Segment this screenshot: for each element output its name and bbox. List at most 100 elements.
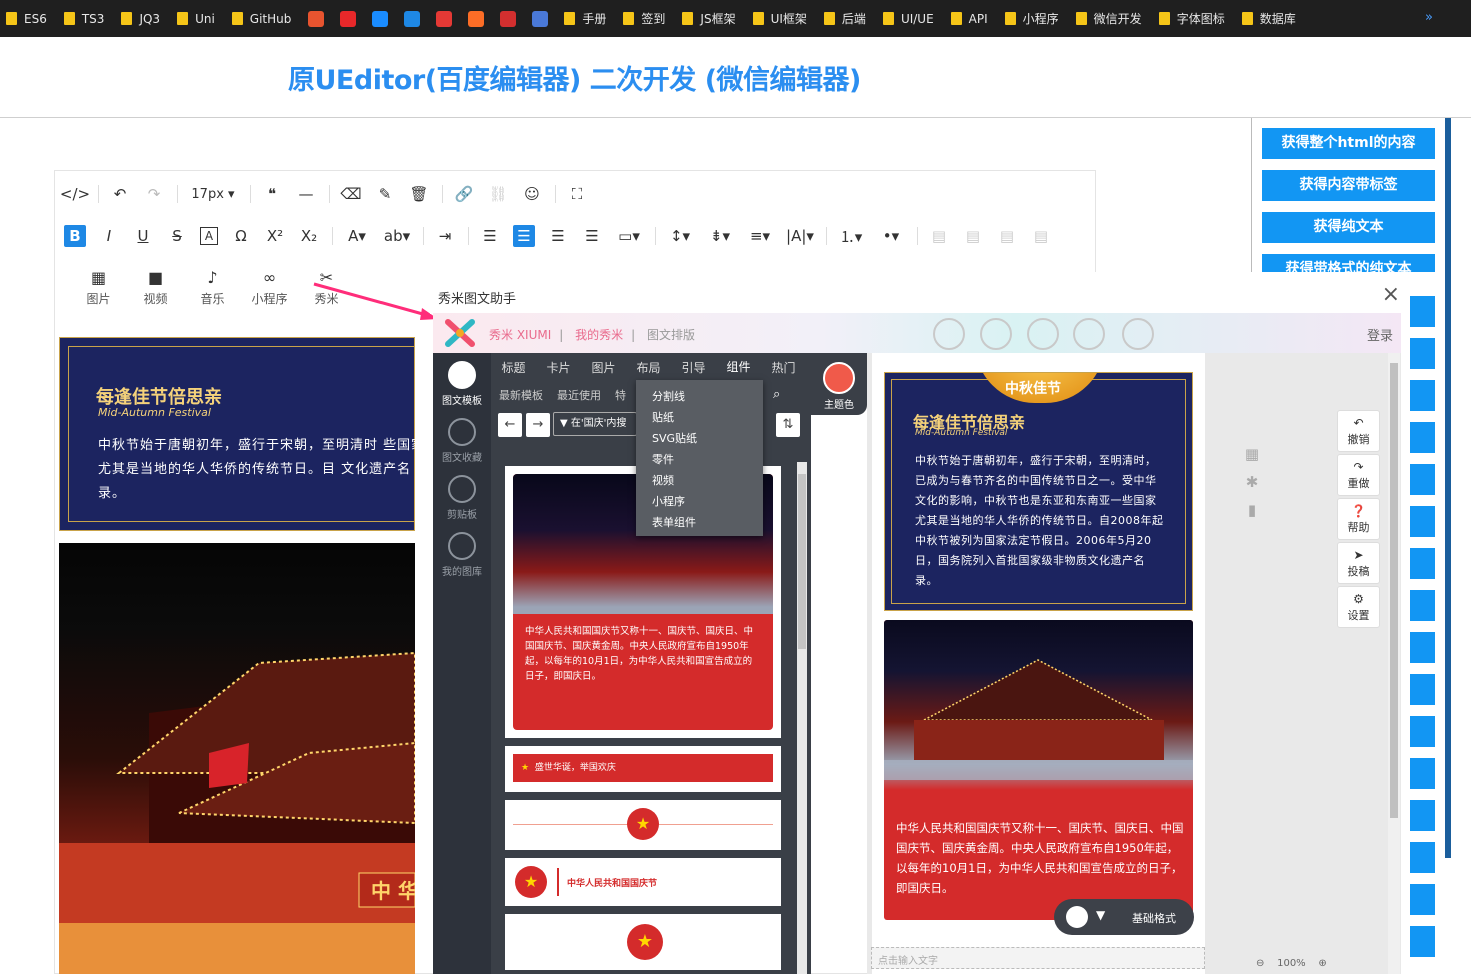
copy-icon[interactable] xyxy=(1027,318,1059,350)
get-plain-text-button[interactable]: 获得纯文本 xyxy=(1262,212,1435,243)
template-scrollbar[interactable] xyxy=(797,462,807,974)
format-toolbar[interactable]: ▼ 基础格式 xyxy=(1054,899,1194,935)
image-float-icon[interactable]: ▭▾ xyxy=(615,225,643,247)
bookmark-2[interactable]: JQ3 xyxy=(121,12,160,26)
dropdown-item[interactable]: 表单组件 xyxy=(636,512,763,533)
right-button-stub[interactable] xyxy=(1410,758,1435,789)
tab-3[interactable]: 布局 xyxy=(626,359,671,376)
bookmark-13[interactable]: 手册 xyxy=(564,10,606,27)
unordered-list-icon[interactable]: •▾ xyxy=(877,225,905,247)
float-left-icon[interactable]: ▤ xyxy=(928,225,950,247)
dropdown-item[interactable]: SVG贴纸 xyxy=(636,428,763,449)
bookmark-15[interactable]: JS框架 xyxy=(682,10,736,27)
nav-layout[interactable]: 图文排版 xyxy=(647,328,695,342)
bookmark-20[interactable]: 小程序 xyxy=(1004,10,1059,27)
help-button[interactable]: ❓ 帮助 xyxy=(1337,498,1380,540)
blockquote-icon[interactable]: ❝ xyxy=(261,183,283,205)
right-button-stub[interactable] xyxy=(1410,380,1435,411)
subscript-icon[interactable]: X₂ xyxy=(298,225,320,247)
bookmark-23[interactable]: 数据库 xyxy=(1241,10,1296,27)
xiumi-logo[interactable] xyxy=(445,319,475,347)
float-none-icon[interactable]: ▤ xyxy=(962,225,984,247)
bookmark-3[interactable]: Uni xyxy=(177,12,215,26)
bookmark-site-icon[interactable] xyxy=(532,10,549,27)
border-text-icon[interactable]: A xyxy=(200,227,218,245)
undo-button[interactable]: ↶ 撤销 xyxy=(1337,410,1380,452)
check-icon[interactable] xyxy=(1073,318,1105,350)
template-emblem[interactable]: ★ xyxy=(505,914,781,970)
bookmark-17[interactable]: 后端 xyxy=(823,10,866,27)
nav-xiumi[interactable]: 秀米 XIUMI xyxy=(489,328,551,342)
gear-button[interactable]: ⚙ 设置 xyxy=(1337,586,1380,628)
redo-button[interactable]: ↷ 重做 xyxy=(1337,454,1380,496)
font-size-select[interactable]: 17px ▾ xyxy=(188,183,238,205)
preview-scrollbar[interactable] xyxy=(1388,353,1400,974)
eraser-icon[interactable]: ⌫ xyxy=(340,183,362,205)
strikethrough-icon[interactable]: S xyxy=(166,225,188,247)
unlink-icon[interactable]: ⛓ xyxy=(487,183,509,205)
bookmark-site-icon[interactable] xyxy=(372,10,389,27)
insert-link[interactable]: ∞ 小程序 xyxy=(241,268,298,307)
right-button-stub[interactable] xyxy=(1410,506,1435,537)
text-input[interactable]: 点击输入文字 xyxy=(871,947,1205,969)
dropdown-item[interactable]: 贴纸 xyxy=(636,407,763,428)
special-char-icon[interactable]: Ω xyxy=(230,225,252,247)
bookmark-site-icon[interactable] xyxy=(340,10,357,27)
bar-chart-icon[interactable]: ▮ xyxy=(1243,496,1261,524)
nav-gallery[interactable]: 我的图库 xyxy=(433,532,491,578)
right-button-stub[interactable] xyxy=(1410,800,1435,831)
chevron-down-icon[interactable]: ▼ xyxy=(1096,908,1105,922)
align-left-icon[interactable]: ☰ xyxy=(479,225,501,247)
tab-2[interactable]: 图片 xyxy=(581,359,626,376)
link-icon[interactable]: 🔗 xyxy=(453,183,475,205)
align-center-icon[interactable]: ☰ xyxy=(513,225,535,247)
editor-content[interactable]: 每逢佳节倍思亲 Mid-Autumn Festival 中秋节始于唐朝初年，盛行… xyxy=(59,337,415,974)
background-color-icon[interactable]: ab▾ xyxy=(383,225,411,247)
arrow-right-icon[interactable]: → xyxy=(526,413,550,437)
subtab-special[interactable]: 特 xyxy=(615,387,626,403)
float-right-icon[interactable]: ▤ xyxy=(996,225,1018,247)
bookmark-4[interactable]: GitHub xyxy=(231,12,291,26)
dropdown-item[interactable]: 零件 xyxy=(636,449,763,470)
search-icon[interactable]: ⌕ xyxy=(773,387,780,402)
bookmark-site-icon[interactable] xyxy=(468,10,485,27)
bookmarks-more[interactable]: » xyxy=(1425,10,1433,25)
preview-festival-card[interactable]: 中秋佳节 每逢佳节倍思亲 Mid-Autumn Festival 中秋节始于唐朝… xyxy=(884,372,1193,611)
preview-national-day-card[interactable]: 中华人民共和国国庆节又称十一、国庆节、国庆日、中国国庆节、国庆黄金周。中央人民政… xyxy=(884,620,1193,920)
line-height-icon[interactable]: ↕▾ xyxy=(666,225,694,247)
bookmark-18[interactable]: UI/UE xyxy=(882,12,934,26)
emoji-icon[interactable]: ☺ xyxy=(521,183,543,205)
right-scrollbar[interactable] xyxy=(1445,118,1451,858)
tab-5[interactable]: 组件 xyxy=(716,353,761,382)
bookmark-0[interactable]: ES6 xyxy=(6,12,47,26)
align-justify-icon[interactable]: ☰ xyxy=(581,225,603,247)
get-formatted-text-button[interactable]: 获得带格式的纯文本 xyxy=(1262,254,1435,272)
asterisk-icon[interactable]: ✱ xyxy=(1243,468,1261,496)
align-right-icon[interactable]: ☰ xyxy=(547,225,569,247)
triangle-down-icon[interactable] xyxy=(1122,318,1154,350)
sort-icon[interactable]: ⇅ xyxy=(776,413,800,437)
trash-icon[interactable]: 🗑 xyxy=(408,183,430,205)
right-button-stub[interactable] xyxy=(1410,590,1435,621)
nav-favorites[interactable]: 图文收藏 xyxy=(433,418,491,464)
dropdown-item[interactable]: 视频 xyxy=(636,470,763,491)
indent-icon[interactable]: ⇥ xyxy=(434,225,456,247)
tab-6[interactable]: 热门 xyxy=(761,359,806,376)
format-brush-icon[interactable]: ✎ xyxy=(374,183,396,205)
dropdown-item[interactable]: 分割线 xyxy=(636,386,763,407)
bookmark-14[interactable]: 签到 xyxy=(623,10,665,27)
paragraph-spacing-icon[interactable]: ⇟▾ xyxy=(706,225,734,247)
undo-icon[interactable]: ↶ xyxy=(109,183,131,205)
subtab-latest[interactable]: 最新模板 xyxy=(499,387,543,403)
bookmark-22[interactable]: 字体图标 xyxy=(1158,10,1225,27)
right-button-stub[interactable] xyxy=(1410,674,1435,705)
ordered-list-icon[interactable]: ⒈▾ xyxy=(837,225,865,247)
superscript-icon[interactable]: X² xyxy=(264,225,286,247)
search-filter[interactable]: ▼ 在'国庆'内搜 xyxy=(553,412,637,436)
bookmark-19[interactable]: API xyxy=(950,12,988,26)
grid-icon[interactable]: ▦ xyxy=(1243,440,1261,468)
underline-icon[interactable]: U xyxy=(132,225,154,247)
template-banner[interactable]: ★ 盛世华诞，举国欢庆 xyxy=(505,746,781,792)
float-center-icon[interactable]: ▤ xyxy=(1030,225,1052,247)
horizontal-rule-icon[interactable]: — xyxy=(295,183,317,205)
